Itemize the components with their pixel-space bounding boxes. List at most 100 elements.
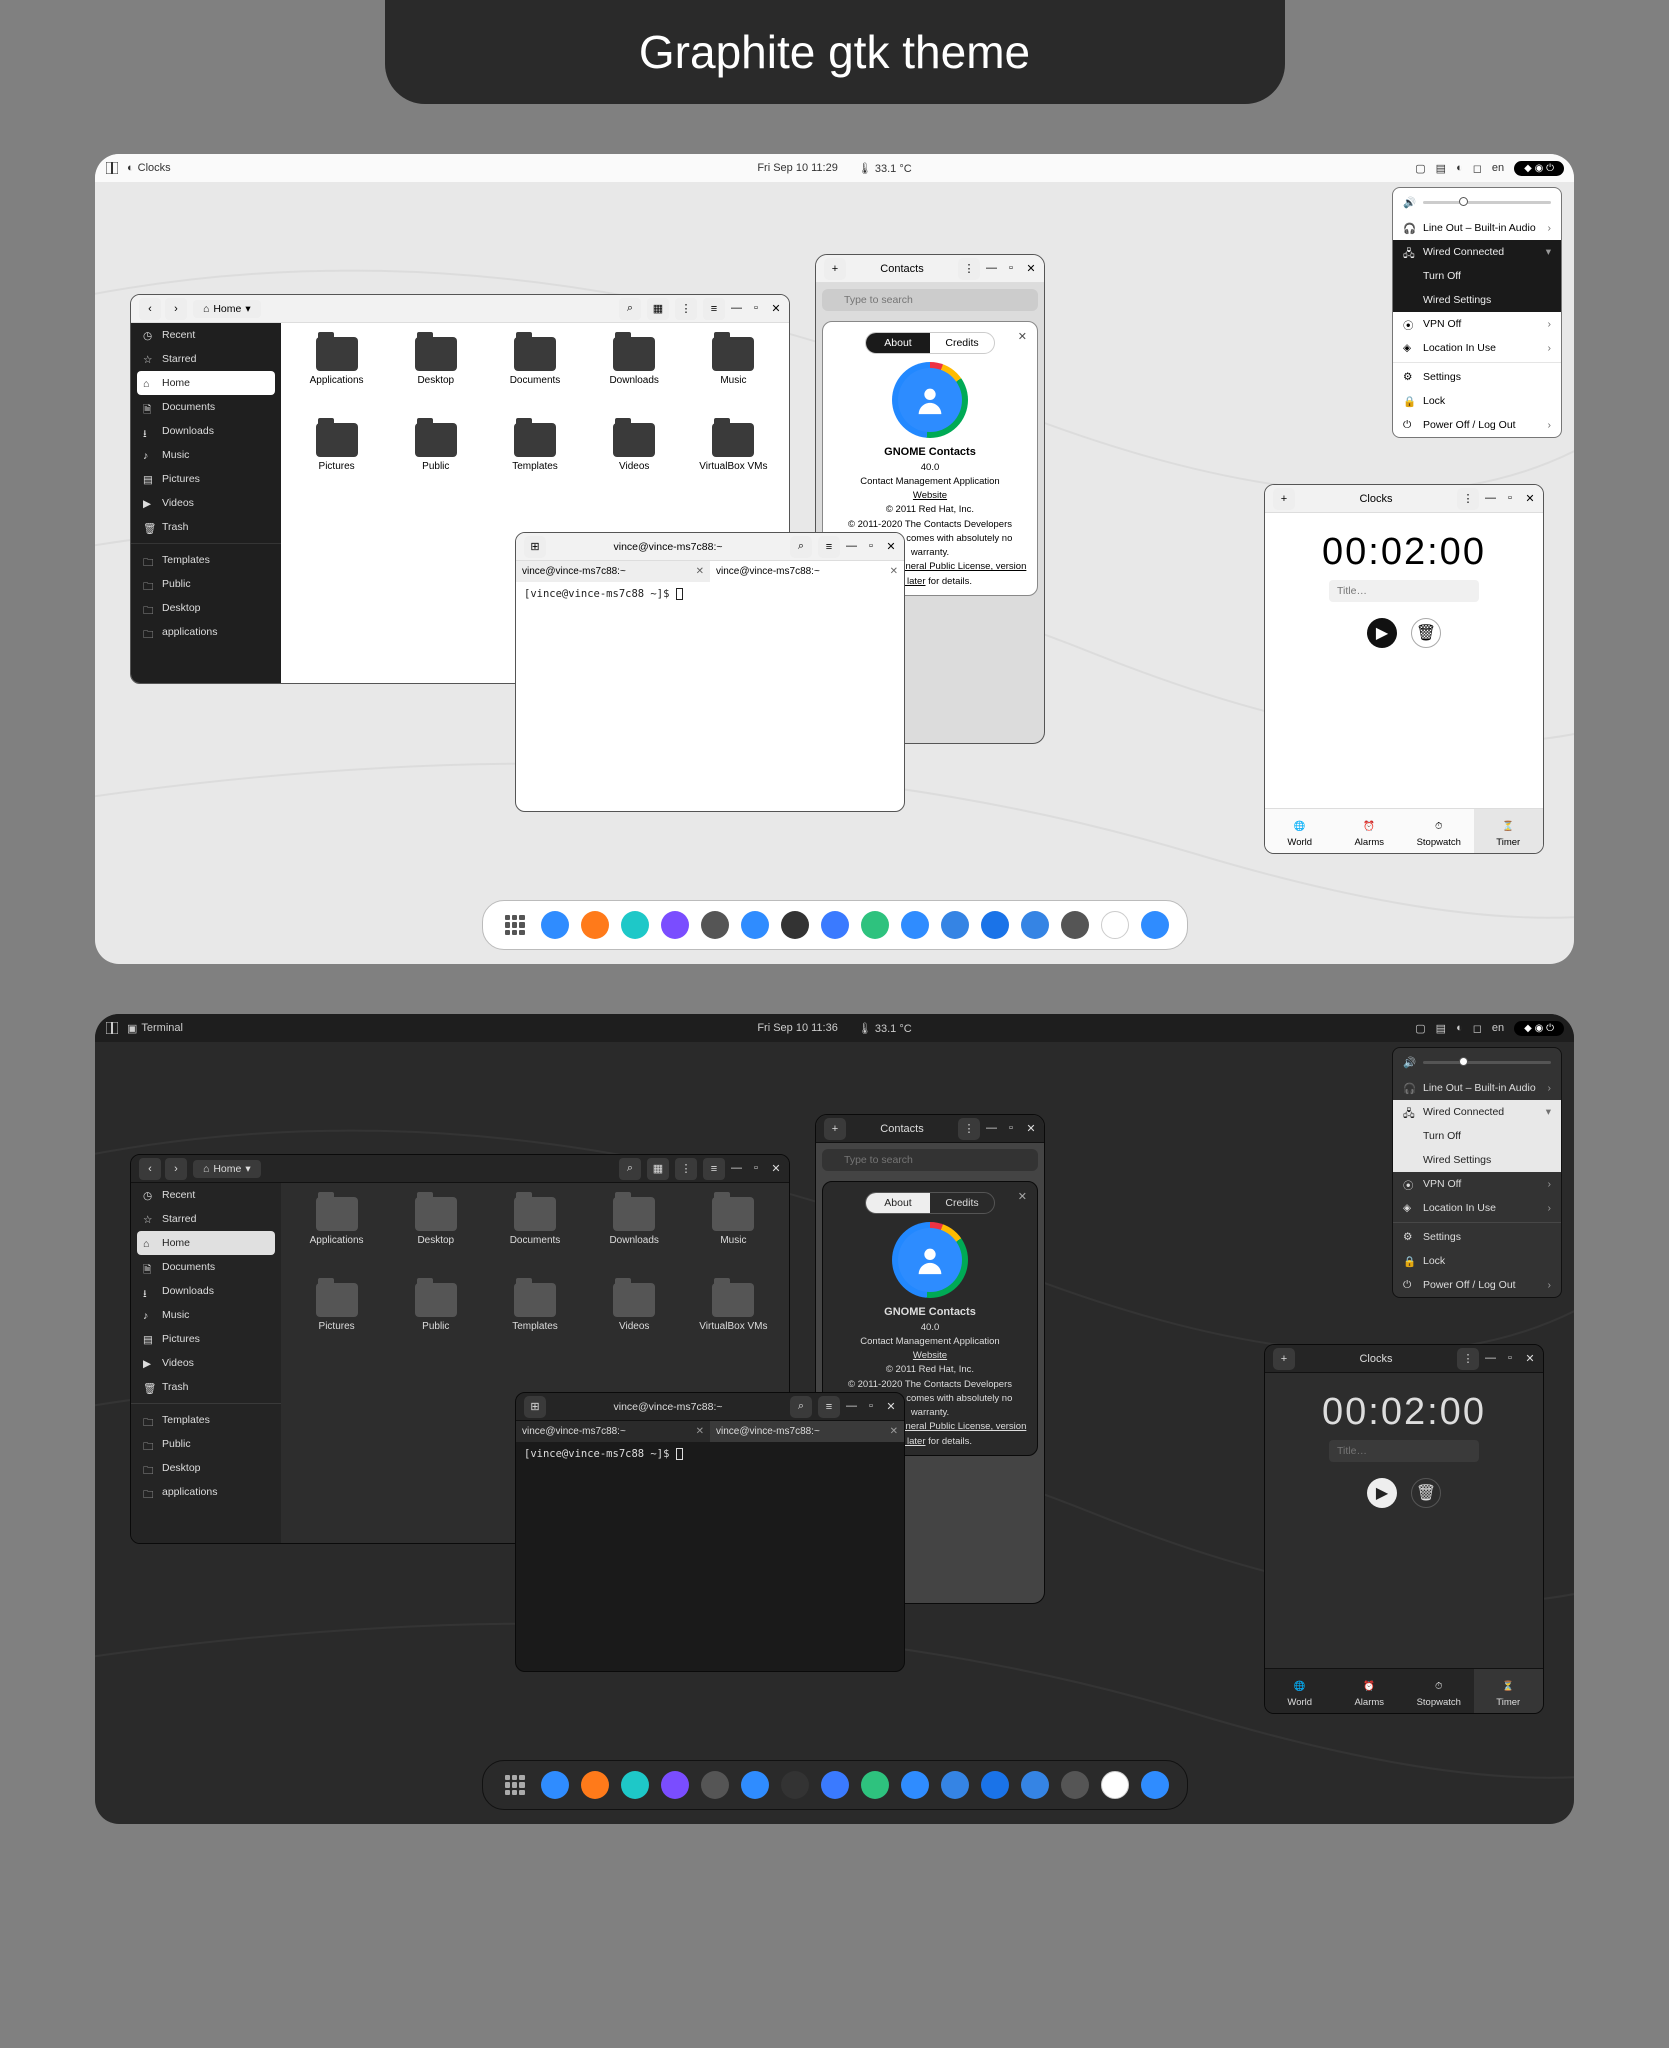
credits-tab[interactable]: Credits — [930, 1193, 994, 1213]
credits-tab[interactable]: Credits — [930, 333, 994, 353]
sidebar-item-home[interactable]: ⌂Home — [137, 371, 275, 395]
dock-app-7[interactable] — [781, 911, 809, 939]
sidebar-item-starred[interactable]: ☆Starred — [131, 1207, 281, 1231]
search-input[interactable] — [822, 1149, 1038, 1171]
lang-indicator[interactable]: en — [1492, 162, 1504, 174]
location-row[interactable]: ◈Location In Use› — [1393, 336, 1561, 360]
dock-app-0[interactable] — [501, 1771, 529, 1799]
search-icon[interactable]: ⌕ — [619, 1158, 641, 1180]
website-link[interactable]: Website — [831, 489, 1029, 503]
view-grid-icon[interactable]: ▦ — [647, 1158, 669, 1180]
menu-button[interactable]: ⋮ — [958, 258, 980, 280]
dock-app-8[interactable] — [821, 1771, 849, 1799]
folder-public[interactable]: Public — [390, 423, 481, 501]
folder-desktop[interactable]: Desktop — [390, 337, 481, 415]
tray-icon[interactable]: ◻ — [1473, 1022, 1482, 1035]
delete-button[interactable]: 🗑 — [1411, 1478, 1441, 1508]
maximize-button[interactable]: ▫ — [866, 540, 876, 553]
sidebar-item-desktop[interactable]: 🗀Desktop — [131, 596, 281, 620]
folder-applications[interactable]: Applications — [291, 337, 382, 415]
sidebar-item-starred[interactable]: ☆Starred — [131, 347, 281, 371]
search-icon[interactable]: ⌕ — [790, 536, 812, 558]
timer-title-input[interactable] — [1329, 580, 1479, 602]
sidebar-item-recent[interactable]: ◷Recent — [131, 323, 281, 347]
lock-row[interactable]: 🔒Lock — [1393, 1249, 1561, 1273]
folder-videos[interactable]: Videos — [589, 423, 680, 501]
audio-output-row[interactable]: 🎧Line Out – Built-in Audio› — [1393, 216, 1561, 240]
sidebar-item-trash[interactable]: 🗑Trash — [131, 1375, 281, 1399]
folder-pictures[interactable]: Pictures — [291, 1283, 382, 1361]
minimize-button[interactable]: — — [846, 1400, 856, 1413]
maximize-button[interactable]: ▫ — [1505, 492, 1515, 505]
terminal-tab[interactable]: vince@vince-ms7c88:~✕ — [516, 561, 710, 582]
sidebar-item-downloads[interactable]: ⭳Downloads — [131, 419, 281, 443]
close-button[interactable]: ✕ — [886, 1400, 896, 1413]
power-row[interactable]: ⏻Power Off / Log Out› — [1393, 1273, 1561, 1297]
folder-downloads[interactable]: Downloads — [589, 337, 680, 415]
terminal-body[interactable]: [vince@vince-ms7c88 ~]$ — [516, 582, 904, 811]
about-tab[interactable]: About — [866, 1193, 930, 1213]
sidebar-item-desktop[interactable]: 🗀Desktop — [131, 1456, 281, 1480]
sidebar-item-music[interactable]: ♪Music — [131, 1303, 281, 1327]
close-button[interactable]: ✕ — [886, 540, 896, 553]
folder-music[interactable]: Music — [688, 337, 779, 415]
settings-row[interactable]: ⚙Settings — [1393, 1225, 1561, 1249]
menu-button[interactable]: ⋮ — [958, 1118, 980, 1140]
sidebar-item-documents[interactable]: 🗎Documents — [131, 1255, 281, 1279]
clocks-tab-alarms[interactable]: ⏰Alarms — [1335, 1669, 1405, 1713]
website-link[interactable]: Website — [831, 1349, 1029, 1363]
minimize-button[interactable]: — — [731, 1162, 741, 1175]
back-button[interactable]: ‹ — [139, 1158, 161, 1180]
dock-app-0[interactable] — [501, 911, 529, 939]
dock-app-14[interactable] — [1061, 1771, 1089, 1799]
terminal-tab[interactable]: vince@vince-ms7c88:~✕ — [710, 561, 904, 582]
close-icon[interactable]: ✕ — [1018, 1190, 1027, 1203]
terminal-body[interactable]: [vince@vince-ms7c88 ~]$ — [516, 1442, 904, 1671]
play-button[interactable]: ▶ — [1367, 618, 1397, 648]
folder-desktop[interactable]: Desktop — [390, 1197, 481, 1275]
net-settings[interactable]: Wired Settings — [1393, 288, 1561, 312]
hamburger-icon[interactable]: ≡ — [818, 536, 840, 558]
clocks-tab-world[interactable]: 🌐World — [1265, 1669, 1335, 1713]
active-app-name[interactable]: Terminal — [141, 1022, 183, 1034]
dock-app-11[interactable] — [941, 911, 969, 939]
view-options-icon[interactable]: ⋮ — [675, 1158, 697, 1180]
dock-app-5[interactable] — [701, 1771, 729, 1799]
net-settings[interactable]: Wired Settings — [1393, 1148, 1561, 1172]
system-tray[interactable]: ◆ ◉ ⏻ — [1514, 1021, 1564, 1036]
new-tab-button[interactable]: ⊞ — [524, 1396, 546, 1418]
minimize-button[interactable]: — — [986, 1122, 996, 1135]
dock-app-16[interactable] — [1141, 911, 1169, 939]
dock-app-3[interactable] — [621, 1771, 649, 1799]
search-input[interactable] — [822, 289, 1038, 311]
dock-app-5[interactable] — [701, 911, 729, 939]
terminal-tab[interactable]: vince@vince-ms7c88:~✕ — [710, 1421, 904, 1442]
folder-templates[interactable]: Templates — [489, 1283, 580, 1361]
dock-app-16[interactable] — [1141, 1771, 1169, 1799]
system-tray[interactable]: ◆ ◉ ⏻ — [1514, 161, 1564, 176]
folder-applications[interactable]: Applications — [291, 1197, 382, 1275]
tray-icon[interactable]: ▢ — [1415, 162, 1425, 175]
close-icon[interactable]: ✕ — [890, 1426, 898, 1437]
dock-app-13[interactable] — [1021, 911, 1049, 939]
close-button[interactable]: ✕ — [1026, 262, 1036, 275]
tray-icon[interactable]: ◻ — [1473, 162, 1482, 175]
dock-app-1[interactable] — [541, 911, 569, 939]
sidebar-item-pictures[interactable]: ▤Pictures — [131, 467, 281, 491]
minimize-button[interactable]: — — [1485, 492, 1495, 505]
dock-app-10[interactable] — [901, 911, 929, 939]
activities-icon[interactable] — [105, 161, 119, 175]
dock-app-4[interactable] — [661, 1771, 689, 1799]
clocks-tab-timer[interactable]: ⏳Timer — [1474, 809, 1544, 853]
dock-app-8[interactable] — [821, 911, 849, 939]
sidebar-item-public[interactable]: 🗀Public — [131, 572, 281, 596]
dock-app-11[interactable] — [941, 1771, 969, 1799]
menu-button[interactable]: ⋮ — [1457, 1348, 1479, 1370]
close-icon[interactable]: ✕ — [696, 1426, 704, 1437]
new-tab-button[interactable]: ⊞ — [524, 536, 546, 558]
sidebar-item-templates[interactable]: 🗀Templates — [131, 1408, 281, 1432]
datetime[interactable]: Fri Sep 10 11:36 — [757, 1022, 838, 1034]
close-icon[interactable]: ✕ — [1018, 330, 1027, 343]
menu-button[interactable]: ⋮ — [1457, 488, 1479, 510]
tray-icon[interactable]: ▢ — [1415, 1022, 1425, 1035]
